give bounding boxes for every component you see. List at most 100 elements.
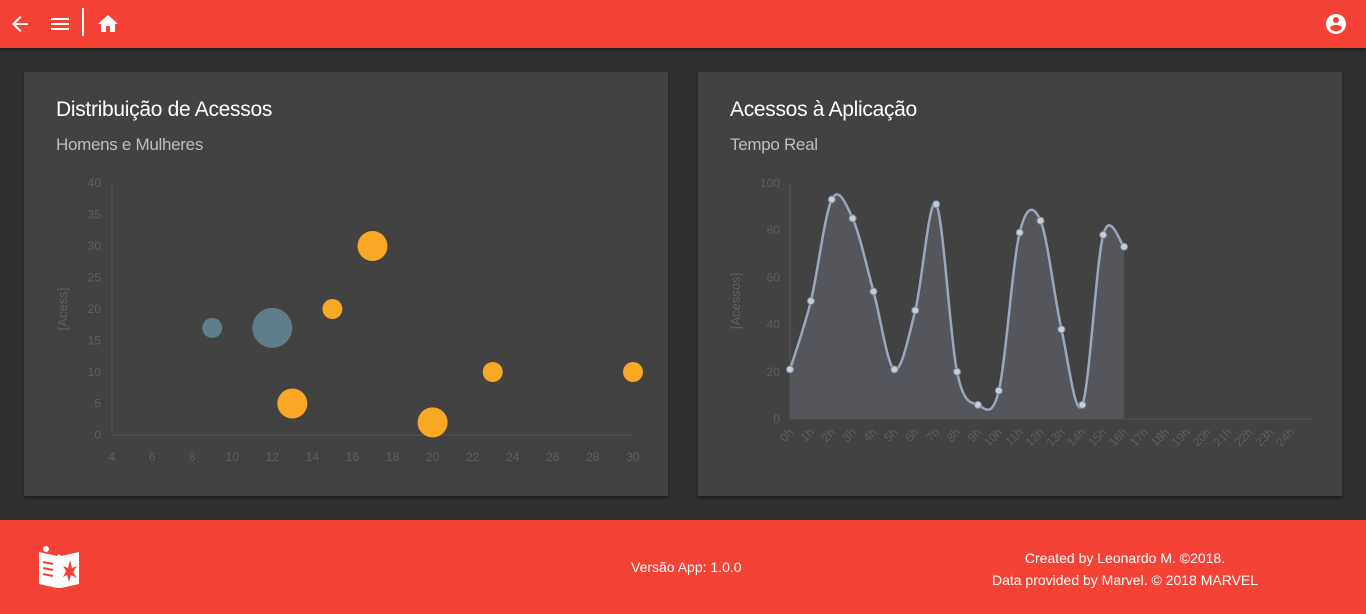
- x-tick-label: 5h: [881, 425, 900, 444]
- y-tick-label: 40: [88, 176, 102, 190]
- x-tick-label: 18h: [1148, 425, 1172, 449]
- data-point: [911, 306, 920, 315]
- area-fill: [790, 194, 1125, 419]
- x-tick-label: 13h: [1043, 425, 1067, 449]
- x-tick-label: 2h: [819, 425, 838, 444]
- x-tick-label: 22h: [1231, 425, 1255, 449]
- y-tick-label: 15: [88, 334, 102, 348]
- y-tick-label: 25: [88, 271, 102, 285]
- credit-line: Created by Leonardo M. ©2018.: [1024, 550, 1226, 566]
- data-point: [848, 214, 857, 223]
- top-app-bar: [0, 0, 1366, 48]
- x-tick-label: 21h: [1211, 425, 1235, 449]
- menu-icon: [51, 18, 69, 30]
- x-tick-label: 17h: [1127, 425, 1151, 449]
- data-point: [786, 365, 794, 374]
- access-distribution-card: Distribuição de Acessos Homens e Mulhere…: [24, 72, 668, 496]
- data-point: [932, 200, 941, 209]
- x-tick-label: 10: [226, 450, 240, 464]
- x-tick-label: 6: [149, 450, 156, 464]
- y-tick-label: 20: [88, 302, 102, 316]
- x-tick-label: 8h: [944, 425, 963, 444]
- data-point: [1120, 242, 1129, 251]
- data-point: [890, 365, 899, 374]
- x-tick-label: 1h: [798, 425, 817, 444]
- menu-button[interactable]: [48, 12, 72, 36]
- data-point: [1099, 230, 1108, 239]
- data-point: [973, 400, 982, 409]
- y-tick-label: 100: [760, 176, 780, 190]
- x-tick-label: 15h: [1085, 425, 1109, 449]
- data-point: [869, 287, 878, 296]
- y-tick-label: 0: [94, 428, 101, 442]
- y-tick-label: 30: [88, 239, 102, 253]
- x-tick-label: 11h: [1002, 425, 1025, 448]
- x-tick-label: 18: [386, 450, 400, 464]
- bubble-point: [482, 362, 503, 382]
- x-tick-label: 30: [626, 450, 640, 464]
- back-button[interactable]: [8, 12, 32, 36]
- data-point: [1015, 228, 1024, 237]
- bubble-point: [202, 317, 223, 338]
- app-version: Versão App: 1.0.0: [631, 559, 742, 575]
- home-icon: [98, 15, 118, 32]
- x-tick-label: 20h: [1190, 425, 1214, 449]
- x-tick-label: 16: [346, 450, 360, 464]
- x-tick-label: 16h: [1106, 425, 1130, 449]
- x-tick-label: 4: [109, 450, 116, 464]
- bubble-point: [357, 231, 388, 261]
- bubble-chart: 0 5 10 15 20 25 30 35 40 4 6 8 10 12 14 16 18 20 22 24 26 28 3…: [55, 176, 643, 464]
- y-tick-label: 10: [88, 365, 102, 379]
- x-tick-label: 24: [506, 450, 520, 464]
- x-tick-label: 26: [546, 450, 560, 464]
- bubble-point: [252, 307, 293, 348]
- x-tick-label: 12h: [1023, 425, 1047, 449]
- bubble-point: [417, 407, 448, 438]
- x-tick-label: 12: [266, 450, 280, 464]
- x-tick-label: 20: [426, 450, 440, 464]
- app-access-card: Acessos à Aplicação Tempo Real 0 20 40 60 80…: [698, 72, 1342, 496]
- x-tick-label: 6h: [902, 425, 921, 444]
- y-tick-label: 20: [767, 365, 781, 379]
- x-tick-label: 19h: [1169, 425, 1193, 449]
- y-tick-label: 0: [773, 412, 780, 426]
- x-tick-label: 14h: [1064, 425, 1088, 449]
- x-tick-label: 4h: [860, 425, 879, 444]
- data-point: [1036, 216, 1045, 225]
- x-tick-label: 0h: [777, 425, 796, 444]
- credits: Created by Leonardo M. ©2018. Data provi…: [970, 547, 1280, 591]
- y-tick-label: 60: [767, 270, 781, 284]
- y-tick-label: 40: [767, 318, 781, 332]
- data-point: [827, 195, 836, 204]
- credit-line: Data provided by Marvel. © 2018 MARVEL: [991, 572, 1259, 588]
- home-button[interactable]: [96, 12, 120, 36]
- comic-book-logo-icon: [39, 546, 79, 588]
- account-circle-icon: [1326, 14, 1346, 34]
- toolbar-divider: [82, 8, 84, 36]
- x-tick-label: 14: [306, 450, 320, 464]
- data-point: [953, 367, 962, 376]
- x-tick-label: 24h: [1273, 425, 1297, 449]
- y-tick-label: 80: [767, 223, 781, 237]
- x-tick-label: 9h: [965, 425, 984, 444]
- y-axis-label: [Acess]: [55, 288, 70, 331]
- data-point: [1057, 325, 1066, 334]
- bubble-point: [277, 388, 308, 419]
- x-tick-label: 3h: [839, 425, 858, 444]
- data-point: [1078, 400, 1087, 409]
- x-tick-label: 22: [466, 450, 480, 464]
- arrow-left-icon: [12, 16, 28, 32]
- data-point: [994, 386, 1003, 395]
- x-tick-label: 28: [586, 450, 600, 464]
- footer: Versão App: 1.0.0 Created by Leonardo M.…: [0, 520, 1366, 614]
- bubble-point: [322, 299, 343, 319]
- y-tick-label: 5: [94, 397, 101, 411]
- bubble-point: [623, 362, 643, 382]
- y-axis-label: [Acessos]: [728, 273, 743, 329]
- area-chart: 0 20 40 60 80 100 0h 1h 2h 3h 4h 5h 6h 7h 8h 9h10h11h12…: [728, 176, 1312, 449]
- data-point: [806, 297, 815, 305]
- x-tick-label: 7h: [923, 425, 942, 444]
- account-button[interactable]: [1324, 12, 1348, 36]
- x-tick-label: 8: [189, 450, 196, 464]
- x-tick-label: 10h: [981, 425, 1005, 449]
